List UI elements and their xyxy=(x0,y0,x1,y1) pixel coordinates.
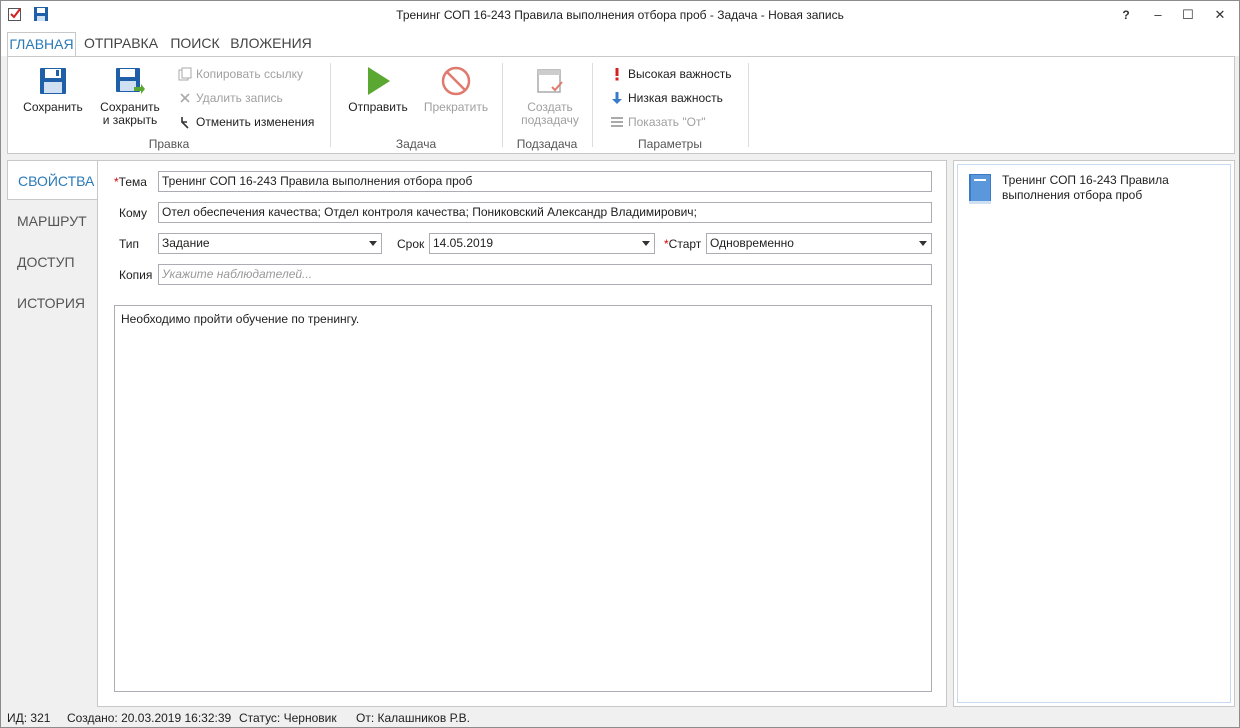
copy-link-label: Копировать ссылку xyxy=(196,67,303,81)
low-importance-button[interactable]: Низкая важность xyxy=(610,89,723,107)
edit-group-label: Правка xyxy=(148,137,190,151)
status-bar: ИД: 321 Создано: 20.03.2019 16:32:39 Ста… xyxy=(1,707,1239,727)
subject-field[interactable]: Тренинг СОП 16-243 Правила выполнения от… xyxy=(158,171,932,192)
chevron-down-icon xyxy=(642,241,650,246)
undo-changes-label: Отменить изменения xyxy=(196,115,315,129)
maximize-button[interactable]: ☐ xyxy=(1173,3,1203,27)
start-label: *Старт xyxy=(664,237,702,251)
due-date-picker[interactable]: 14.05.2019 xyxy=(429,233,655,254)
tab-attachments[interactable]: ВЛОЖЕНИЯ xyxy=(229,32,313,56)
ribbon-tabs: ГЛАВНАЯ ОТПРАВКА ПОИСК ВЛОЖЕНИЯ xyxy=(1,30,1239,56)
stop-label: Прекратить xyxy=(423,100,489,114)
attachments-list: Тренинг СОП 16-243 Правила выполнения от… xyxy=(957,164,1231,703)
type-value: Задание xyxy=(162,236,210,250)
save-close-button[interactable]: Сохранить и закрыть xyxy=(94,65,166,127)
delete-record-label: Удалить запись xyxy=(196,91,283,105)
create-subtask-label-1: Создать xyxy=(527,100,573,114)
document-book-icon xyxy=(969,174,991,204)
low-importance-label: Низкая важность xyxy=(628,91,723,105)
save-icon xyxy=(40,68,66,94)
chevron-down-icon xyxy=(369,241,377,246)
status-created: Создано: 20.03.2019 16:32:39 xyxy=(67,711,232,725)
delete-icon xyxy=(180,93,190,103)
exclamation-icon xyxy=(615,68,619,81)
save-label: Сохранить xyxy=(23,100,83,114)
due-label: Срок xyxy=(397,237,425,251)
list-icon xyxy=(611,117,623,127)
group-divider xyxy=(748,63,749,147)
high-importance-button[interactable]: Высокая важность xyxy=(610,65,731,83)
nav-route[interactable]: МАРШРУТ xyxy=(7,201,97,241)
ribbon: Сохранить Сохранить и закрыть Копировать… xyxy=(7,56,1235,154)
tab-home[interactable]: ГЛАВНАЯ xyxy=(7,32,76,56)
stop-icon xyxy=(441,66,471,96)
help-button[interactable]: ? xyxy=(1111,3,1141,27)
window-title: Тренинг СОП 16-243 Правила выполнения от… xyxy=(396,8,844,22)
group-divider xyxy=(502,63,503,147)
show-from-label: Показать "От" xyxy=(628,115,706,129)
type-select[interactable]: Задание xyxy=(158,233,382,254)
type-label: Тип xyxy=(119,237,140,251)
stop-button[interactable]: Прекратить xyxy=(420,65,492,114)
copy-link-button[interactable]: Копировать ссылку xyxy=(178,65,303,83)
status-from: От: Калашников Р.В. xyxy=(356,711,470,725)
save-close-label-1: Сохранить xyxy=(100,100,160,114)
subtask-group-label: Подзадача xyxy=(516,137,578,151)
attachments-panel: Тренинг СОП 16-243 Правила выполнения от… xyxy=(953,160,1235,707)
task-body-textarea[interactable]: Необходимо пройти обучение по тренингу. xyxy=(114,305,932,692)
title-bar: Тренинг СОП 16-243 Правила выполнения от… xyxy=(1,1,1239,30)
group-divider xyxy=(592,63,593,147)
start-value: Одновременно xyxy=(710,236,794,250)
create-subtask-button[interactable]: Создать подзадачу xyxy=(512,65,588,127)
create-subtask-label-2: подзадачу xyxy=(521,113,579,127)
undo-icon xyxy=(181,117,189,129)
delete-record-button[interactable]: Удалить запись xyxy=(178,89,283,107)
tab-search[interactable]: ПОИСК xyxy=(167,32,223,56)
send-button[interactable]: Отправить xyxy=(342,65,414,114)
left-nav: СВОЙСТВА МАРШРУТ ДОСТУП ИСТОРИЯ xyxy=(7,160,98,707)
save-close-icon xyxy=(116,68,145,94)
attachment-item[interactable]: Тренинг СОП 16-243 Правила выполнения от… xyxy=(1002,173,1222,203)
to-field[interactable]: Отел обеспечения качества; Отдел контрол… xyxy=(158,202,932,223)
start-select[interactable]: Одновременно xyxy=(706,233,932,254)
status-state: Статус: Черновик xyxy=(239,711,337,725)
send-play-icon xyxy=(368,67,390,95)
group-divider xyxy=(330,63,331,147)
params-group-label: Параметры xyxy=(638,137,702,151)
send-label: Отправить xyxy=(348,100,408,114)
show-from-button[interactable]: Показать "От" xyxy=(610,113,706,131)
nav-access[interactable]: ДОСТУП xyxy=(7,242,97,282)
copy-label: Копия xyxy=(119,268,153,282)
save-close-label-2: и закрыть xyxy=(102,113,158,127)
high-importance-label: Высокая важность xyxy=(628,67,732,81)
minimize-button[interactable]: – xyxy=(1143,3,1173,27)
save-button[interactable]: Сохранить xyxy=(18,65,88,114)
subject-label: *Тема xyxy=(114,175,147,189)
calendar-check-icon xyxy=(537,69,563,93)
undo-changes-button[interactable]: Отменить изменения xyxy=(178,113,314,131)
arrow-down-icon xyxy=(612,92,622,104)
observers-field[interactable]: Укажите наблюдателей... xyxy=(158,264,932,285)
nav-properties[interactable]: СВОЙСТВА xyxy=(7,160,98,200)
properties-panel: *Тема Тренинг СОП 16-243 Правила выполне… xyxy=(97,160,947,707)
close-button[interactable]: ✕ xyxy=(1205,3,1235,27)
status-id: ИД: 321 xyxy=(7,711,51,725)
task-group-label: Задача xyxy=(395,137,437,151)
due-value: 14.05.2019 xyxy=(433,236,494,250)
chevron-down-icon xyxy=(919,241,927,246)
nav-history[interactable]: ИСТОРИЯ xyxy=(7,283,97,323)
task-window: Тренинг СОП 16-243 Правила выполнения от… xyxy=(0,0,1240,728)
tab-send[interactable]: ОТПРАВКА xyxy=(81,32,161,56)
copy-link-icon xyxy=(178,67,192,81)
to-label: Кому xyxy=(119,206,148,220)
